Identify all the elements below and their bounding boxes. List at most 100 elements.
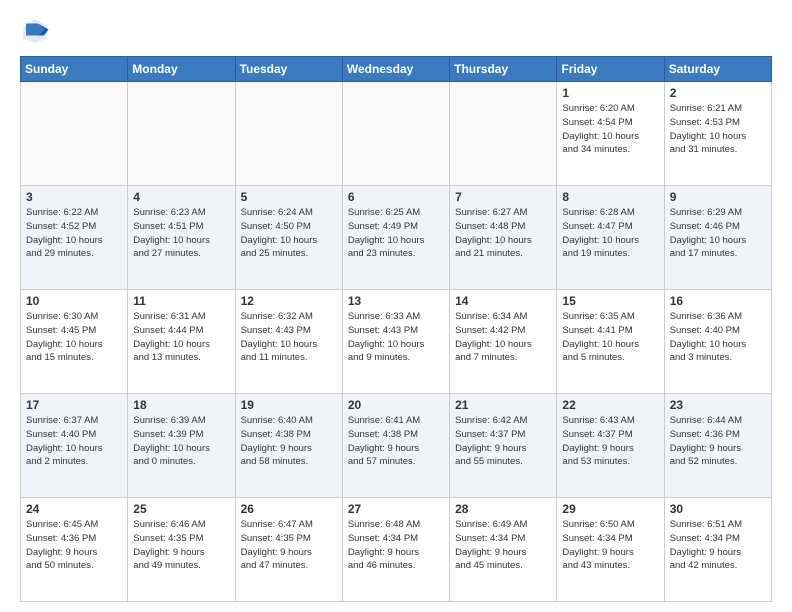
calendar-cell — [342, 82, 449, 186]
day-number: 3 — [26, 190, 122, 204]
day-number: 1 — [562, 86, 658, 100]
day-info: Sunrise: 6:48 AMSunset: 4:34 PMDaylight:… — [348, 518, 444, 573]
day-number: 29 — [562, 502, 658, 516]
calendar-row-0: 1 Sunrise: 6:20 AMSunset: 4:54 PMDaylight… — [21, 82, 772, 186]
logo-icon — [20, 16, 50, 46]
day-number: 17 — [26, 398, 122, 412]
col-header-saturday: Saturday — [664, 57, 771, 82]
logo — [20, 16, 54, 46]
day-info: Sunrise: 6:49 AMSunset: 4:34 PMDaylight:… — [455, 518, 551, 573]
calendar-cell: 11 Sunrise: 6:31 AMSunset: 4:44 PMDayligh… — [128, 290, 235, 394]
col-header-thursday: Thursday — [450, 57, 557, 82]
day-number: 11 — [133, 294, 229, 308]
calendar-cell — [128, 82, 235, 186]
day-number: 5 — [241, 190, 337, 204]
calendar-row-1: 3 Sunrise: 6:22 AMSunset: 4:52 PMDaylight… — [21, 186, 772, 290]
calendar-cell: 9 Sunrise: 6:29 AMSunset: 4:46 PMDaylight… — [664, 186, 771, 290]
calendar-header-row: SundayMondayTuesdayWednesdayThursdayFrid… — [21, 57, 772, 82]
calendar-cell: 27 Sunrise: 6:48 AMSunset: 4:34 PMDayligh… — [342, 498, 449, 602]
day-number: 21 — [455, 398, 551, 412]
day-info: Sunrise: 6:40 AMSunset: 4:38 PMDaylight:… — [241, 414, 337, 469]
col-header-tuesday: Tuesday — [235, 57, 342, 82]
day-info: Sunrise: 6:22 AMSunset: 4:52 PMDaylight:… — [26, 206, 122, 261]
page: SundayMondayTuesdayWednesdayThursdayFrid… — [0, 0, 792, 612]
day-info: Sunrise: 6:37 AMSunset: 4:40 PMDaylight:… — [26, 414, 122, 469]
calendar-cell: 28 Sunrise: 6:49 AMSunset: 4:34 PMDayligh… — [450, 498, 557, 602]
calendar-cell: 25Sunrise: 6:46 AMSunset: 4:35 PMDayligh… — [128, 498, 235, 602]
calendar-cell: 19 Sunrise: 6:40 AMSunset: 4:38 PMDayligh… — [235, 394, 342, 498]
calendar-cell: 14Sunrise: 6:34 AMSunset: 4:42 PMDayligh… — [450, 290, 557, 394]
day-info: Sunrise: 6:20 AMSunset: 4:54 PMDaylight:… — [562, 102, 658, 157]
day-info: Sunrise: 6:23 AMSunset: 4:51 PMDaylight:… — [133, 206, 229, 261]
calendar-cell: 13 Sunrise: 6:33 AMSunset: 4:43 PMDayligh… — [342, 290, 449, 394]
calendar-cell: 20 Sunrise: 6:41 AMSunset: 4:38 PMDayligh… — [342, 394, 449, 498]
day-number: 12 — [241, 294, 337, 308]
calendar-cell: 21 Sunrise: 6:42 AMSunset: 4:37 PMDayligh… — [450, 394, 557, 498]
day-info: Sunrise: 6:31 AMSunset: 4:44 PMDaylight:… — [133, 310, 229, 365]
calendar-cell: 8Sunrise: 6:28 AMSunset: 4:47 PMDaylight… — [557, 186, 664, 290]
day-number: 14 — [455, 294, 551, 308]
day-info: Sunrise: 6:51 AMSunset: 4:34 PMDaylight:… — [670, 518, 766, 573]
day-number: 20 — [348, 398, 444, 412]
day-info: Sunrise: 6:33 AMSunset: 4:43 PMDaylight:… — [348, 310, 444, 365]
col-header-friday: Friday — [557, 57, 664, 82]
calendar-cell — [21, 82, 128, 186]
calendar-row-3: 17 Sunrise: 6:37 AMSunset: 4:40 PMDayligh… — [21, 394, 772, 498]
day-info: Sunrise: 6:29 AMSunset: 4:46 PMDaylight:… — [670, 206, 766, 261]
day-info: Sunrise: 6:30 AMSunset: 4:45 PMDaylight:… — [26, 310, 122, 365]
calendar-cell — [235, 82, 342, 186]
day-info: Sunrise: 6:44 AMSunset: 4:36 PMDaylight:… — [670, 414, 766, 469]
day-info: Sunrise: 6:46 AMSunset: 4:35 PMDaylight:… — [133, 518, 229, 573]
day-number: 13 — [348, 294, 444, 308]
calendar-cell: 30 Sunrise: 6:51 AMSunset: 4:34 PMDayligh… — [664, 498, 771, 602]
day-info: Sunrise: 6:41 AMSunset: 4:38 PMDaylight:… — [348, 414, 444, 469]
calendar-cell: 4 Sunrise: 6:23 AMSunset: 4:51 PMDaylight… — [128, 186, 235, 290]
day-info: Sunrise: 6:36 AMSunset: 4:40 PMDaylight:… — [670, 310, 766, 365]
day-number: 16 — [670, 294, 766, 308]
col-header-monday: Monday — [128, 57, 235, 82]
day-info: Sunrise: 6:50 AMSunset: 4:34 PMDaylight:… — [562, 518, 658, 573]
calendar-cell: 7Sunrise: 6:27 AMSunset: 4:48 PMDaylight… — [450, 186, 557, 290]
calendar-cell: 22 Sunrise: 6:43 AMSunset: 4:37 PMDayligh… — [557, 394, 664, 498]
day-number: 15 — [562, 294, 658, 308]
calendar-cell: 5 Sunrise: 6:24 AMSunset: 4:50 PMDaylight… — [235, 186, 342, 290]
day-info: Sunrise: 6:39 AMSunset: 4:39 PMDaylight:… — [133, 414, 229, 469]
calendar-row-4: 24Sunrise: 6:45 AMSunset: 4:36 PMDayligh… — [21, 498, 772, 602]
calendar-table: SundayMondayTuesdayWednesdayThursdayFrid… — [20, 56, 772, 602]
day-number: 30 — [670, 502, 766, 516]
header — [20, 16, 772, 46]
calendar-cell: 29 Sunrise: 6:50 AMSunset: 4:34 PMDayligh… — [557, 498, 664, 602]
day-info: Sunrise: 6:28 AMSunset: 4:47 PMDaylight:… — [562, 206, 658, 261]
day-info: Sunrise: 6:25 AMSunset: 4:49 PMDaylight:… — [348, 206, 444, 261]
day-number: 4 — [133, 190, 229, 204]
day-info: Sunrise: 6:32 AMSunset: 4:43 PMDaylight:… — [241, 310, 337, 365]
calendar-cell: 24Sunrise: 6:45 AMSunset: 4:36 PMDayligh… — [21, 498, 128, 602]
day-number: 6 — [348, 190, 444, 204]
day-number: 18 — [133, 398, 229, 412]
calendar-row-2: 10 Sunrise: 6:30 AMSunset: 4:45 PMDayligh… — [21, 290, 772, 394]
day-info: Sunrise: 6:43 AMSunset: 4:37 PMDaylight:… — [562, 414, 658, 469]
calendar-cell: 10 Sunrise: 6:30 AMSunset: 4:45 PMDayligh… — [21, 290, 128, 394]
day-number: 27 — [348, 502, 444, 516]
calendar-cell: 18 Sunrise: 6:39 AMSunset: 4:39 PMDayligh… — [128, 394, 235, 498]
day-number: 22 — [562, 398, 658, 412]
calendar-cell: 26Sunrise: 6:47 AMSunset: 4:35 PMDayligh… — [235, 498, 342, 602]
day-info: Sunrise: 6:35 AMSunset: 4:41 PMDaylight:… — [562, 310, 658, 365]
day-info: Sunrise: 6:42 AMSunset: 4:37 PMDaylight:… — [455, 414, 551, 469]
calendar-cell: 15 Sunrise: 6:35 AMSunset: 4:41 PMDayligh… — [557, 290, 664, 394]
calendar-cell: 1 Sunrise: 6:20 AMSunset: 4:54 PMDaylight… — [557, 82, 664, 186]
day-number: 24 — [26, 502, 122, 516]
calendar-cell: 12 Sunrise: 6:32 AMSunset: 4:43 PMDayligh… — [235, 290, 342, 394]
calendar-cell: 3 Sunrise: 6:22 AMSunset: 4:52 PMDaylight… — [21, 186, 128, 290]
calendar-cell: 2Sunrise: 6:21 AMSunset: 4:53 PMDaylight… — [664, 82, 771, 186]
day-number: 19 — [241, 398, 337, 412]
calendar-cell: 23 Sunrise: 6:44 AMSunset: 4:36 PMDayligh… — [664, 394, 771, 498]
day-number: 10 — [26, 294, 122, 308]
day-info: Sunrise: 6:24 AMSunset: 4:50 PMDaylight:… — [241, 206, 337, 261]
day-number: 9 — [670, 190, 766, 204]
day-number: 23 — [670, 398, 766, 412]
calendar-cell — [450, 82, 557, 186]
day-info: Sunrise: 6:21 AMSunset: 4:53 PMDaylight:… — [670, 102, 766, 157]
day-number: 28 — [455, 502, 551, 516]
day-info: Sunrise: 6:47 AMSunset: 4:35 PMDaylight:… — [241, 518, 337, 573]
